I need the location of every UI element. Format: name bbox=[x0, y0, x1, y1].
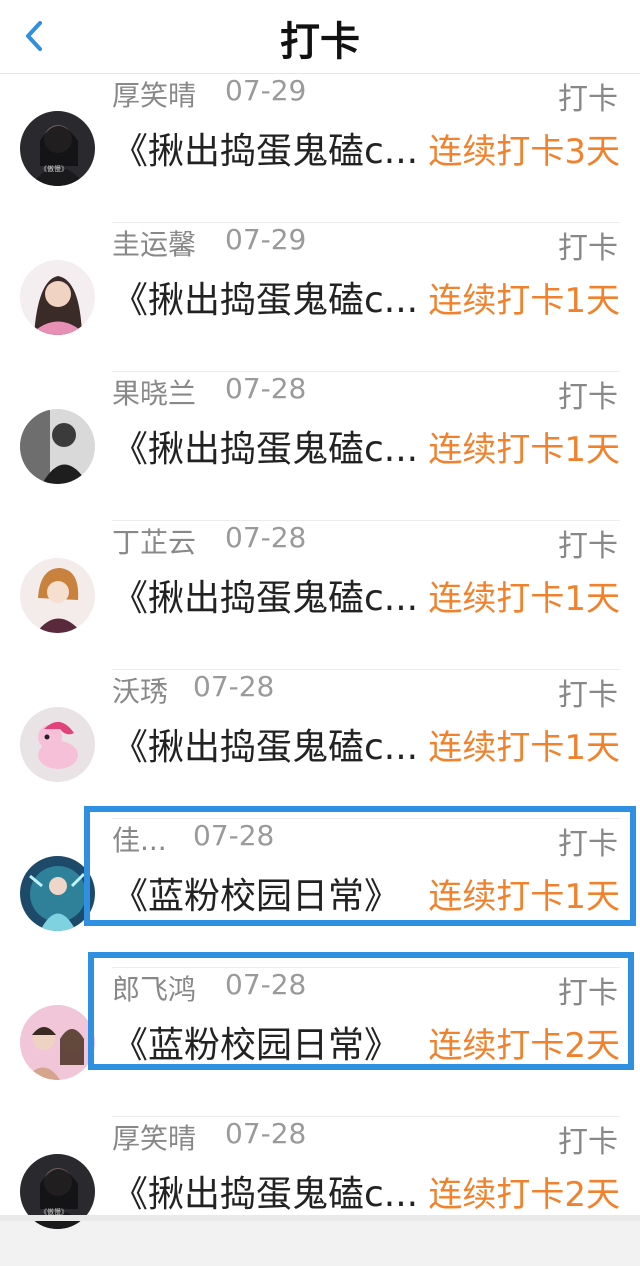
checkin-tag: 打卡 bbox=[558, 82, 618, 117]
checkin-date: 07-29 bbox=[225, 74, 307, 107]
user-name: 厚笑晴 bbox=[112, 1122, 197, 1155]
checkin-tag: 打卡 bbox=[558, 1125, 618, 1160]
streak-label: 连续打卡1天 bbox=[428, 281, 620, 321]
svg-text:《傲慢》: 《傲慢》 bbox=[40, 164, 68, 173]
book-title: 《揪出捣蛋鬼磕c... bbox=[112, 429, 419, 470]
page-title: 打卡 bbox=[280, 19, 360, 65]
book-title: 《揪出捣蛋鬼磕c... bbox=[112, 131, 419, 172]
list-item[interactable]: 《傲慢》 厚笑晴 07-28 打卡 《揪出捣蛋鬼磕c... 连续打卡2天 bbox=[0, 1117, 640, 1266]
list-item[interactable]: 果晓兰 07-28 打卡 《揪出捣蛋鬼磕c... 连续打卡1天 bbox=[0, 372, 640, 521]
checkin-date: 07-29 bbox=[225, 223, 307, 256]
book-title: 《揪出捣蛋鬼磕c... bbox=[112, 1174, 419, 1215]
list-item[interactable]: 丁芷云 07-28 打卡 《揪出捣蛋鬼磕c... 连续打卡1天 bbox=[0, 521, 640, 670]
streak-label: 连续打卡1天 bbox=[428, 579, 620, 619]
streak-label: 连续打卡3天 bbox=[428, 132, 620, 172]
checkin-date: 07-28 bbox=[225, 1117, 307, 1150]
top-bar: 打卡 bbox=[0, 0, 640, 74]
avatar-girl-dark-icon[interactable]: 《傲慢》 bbox=[20, 110, 95, 186]
checkin-tag: 打卡 bbox=[558, 678, 618, 713]
user-name: 圭运馨 bbox=[112, 228, 197, 261]
book-title: 《揪出捣蛋鬼磕c... bbox=[112, 578, 419, 619]
bottom-edge bbox=[0, 1215, 640, 1221]
list-item[interactable]: 《傲慢》 厚笑晴 07-29 打卡 《揪出捣蛋鬼磕c... 连续打卡3天 bbox=[0, 74, 640, 223]
checkin-tag: 打卡 bbox=[558, 380, 618, 415]
user-name: 沃琇 bbox=[112, 675, 169, 708]
list-item[interactable]: 沃琇 07-28 打卡 《揪出捣蛋鬼磕c... 连续打卡1天 bbox=[0, 670, 640, 819]
avatar-anime-icon[interactable] bbox=[20, 557, 95, 633]
highlight-box bbox=[84, 806, 636, 926]
avatar-couple-icon[interactable] bbox=[20, 1004, 95, 1080]
avatar-girl-pink-icon[interactable] bbox=[20, 259, 95, 335]
streak-label: 连续打卡1天 bbox=[428, 430, 620, 470]
highlight-box bbox=[88, 952, 634, 1070]
checkin-date: 07-28 bbox=[225, 372, 307, 405]
book-title: 《揪出捣蛋鬼磕c... bbox=[112, 280, 419, 321]
checkin-tag: 打卡 bbox=[558, 231, 618, 266]
streak-label: 连续打卡1天 bbox=[428, 728, 620, 768]
user-name: 丁芷云 bbox=[112, 526, 197, 559]
streak-label: 连续打卡2天 bbox=[428, 1175, 620, 1215]
checkin-date: 07-28 bbox=[193, 670, 275, 703]
avatar-unicorn-icon[interactable] bbox=[20, 706, 95, 782]
avatar-man-bw-icon[interactable] bbox=[20, 408, 95, 484]
list-item[interactable]: 圭运馨 07-29 打卡 《揪出捣蛋鬼磕c... 连续打卡1天 bbox=[0, 223, 640, 372]
user-name: 厚笑晴 bbox=[112, 79, 197, 112]
user-name: 果晓兰 bbox=[112, 377, 197, 410]
checkin-tag: 打卡 bbox=[558, 529, 618, 564]
book-title: 《揪出捣蛋鬼磕c... bbox=[112, 727, 419, 768]
checkin-date: 07-28 bbox=[225, 521, 307, 554]
